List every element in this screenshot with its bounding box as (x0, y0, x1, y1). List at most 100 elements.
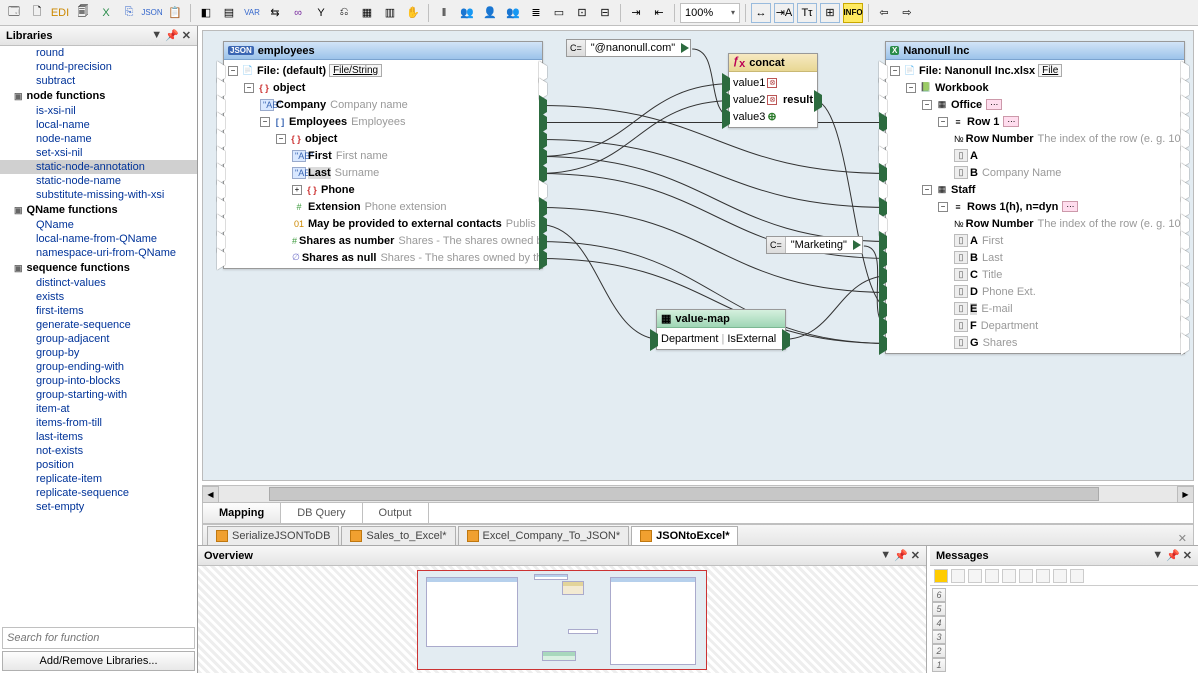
concat-function[interactable]: ƒx concat value1⊗ value2⊗result value3⊕ (728, 53, 818, 128)
tree-row[interactable]: ▯BLast (890, 249, 1180, 266)
collapse-icon[interactable]: − (890, 66, 900, 76)
tool-icon[interactable]: 👤 (480, 3, 500, 23)
tree-row[interactable]: +{ }Phone (228, 181, 538, 198)
add-remove-libraries-button[interactable]: Add/Remove Libraries... (2, 651, 195, 671)
tool-icon[interactable]: 🗋 (27, 3, 47, 23)
library-function[interactable]: first-items (0, 304, 197, 318)
message-tab[interactable]: 6 (932, 588, 946, 602)
library-function[interactable]: static-node-name (0, 174, 197, 188)
tree-row[interactable]: ▯AFirst (890, 232, 1180, 249)
message-tab[interactable]: 2 (932, 644, 946, 658)
tool-icon[interactable] (968, 569, 982, 583)
library-category[interactable]: QName functions (0, 202, 197, 218)
libraries-list[interactable]: roundround-precisionsubtractnode functio… (0, 46, 197, 625)
concat-value3[interactable]: value3⊕ (733, 108, 813, 125)
tool-icon[interactable]: ⇥A (774, 3, 794, 23)
tool-icon[interactable]: ⎘ (119, 3, 139, 23)
library-function[interactable]: group-adjacent (0, 332, 197, 346)
tree-row[interactable]: #Shares as numberShares - The shares own… (228, 232, 538, 249)
tab-mapping[interactable]: Mapping (203, 503, 281, 523)
tree-row[interactable]: ▯CTitle (890, 266, 1180, 283)
tool-icon[interactable]: 🗔 (4, 3, 24, 23)
tool-icon[interactable]: ⇥ (626, 3, 646, 23)
tool-icon[interactable]: 📋 (165, 3, 185, 23)
constant-marketing[interactable]: C= "Marketing" (766, 236, 863, 254)
pin-icon[interactable]: 📌 (894, 549, 908, 562)
tool-icon[interactable] (1002, 569, 1016, 583)
expand-icon[interactable]: − (276, 134, 286, 144)
filter-icon[interactable] (934, 569, 948, 583)
message-tab[interactable]: 4 (932, 616, 946, 630)
scroll-right-icon[interactable]: ▶ (1177, 486, 1194, 503)
library-search-input[interactable] (2, 627, 195, 649)
library-function[interactable]: group-by (0, 346, 197, 360)
tool-icon[interactable]: 👥 (457, 3, 477, 23)
library-function[interactable]: round (0, 46, 197, 60)
tool-icon[interactable]: ✋ (403, 3, 423, 23)
tree-row[interactable]: 01May be provided to external contactsPu… (228, 215, 538, 232)
tree-row[interactable]: ▯A (890, 147, 1180, 164)
library-function[interactable]: set-empty (0, 500, 197, 514)
overview-minimap[interactable] (198, 566, 926, 673)
message-tab[interactable]: 5 (932, 602, 946, 616)
library-function[interactable]: set-xsi-nil (0, 146, 197, 160)
tool-icon[interactable]: ▦ (357, 3, 377, 23)
value-map-io[interactable]: Department | IsExternal (661, 330, 781, 347)
file-button[interactable]: File (1038, 64, 1062, 77)
library-function[interactable]: QName (0, 218, 197, 232)
tool-icon[interactable] (951, 569, 965, 583)
library-function[interactable]: distinct-values (0, 276, 197, 290)
library-function[interactable]: round-precision (0, 60, 197, 74)
doc-tab[interactable]: Sales_to_Excel* (341, 526, 455, 545)
library-function[interactable]: is-xsi-nil (0, 104, 197, 118)
library-function[interactable]: items-from-till (0, 416, 197, 430)
target-component[interactable]: X Nanonull Inc − 📄 File: Nanonull Inc.xl… (885, 41, 1185, 354)
dropdown-icon[interactable]: ▼ (1152, 549, 1163, 562)
tree-row[interactable]: −≡Row 1⋯ (890, 113, 1180, 130)
tool-icon[interactable]: ‖ (434, 3, 454, 23)
library-category[interactable]: sequence functions (0, 260, 197, 276)
pin-icon[interactable]: 📌 (165, 29, 179, 42)
tool-icon[interactable]: Tτ (797, 3, 817, 23)
tree-row[interactable]: ▯FDepartment (890, 317, 1180, 334)
tree-row[interactable]: −{ }object (228, 79, 538, 96)
library-function[interactable]: substitute-missing-with-xsi (0, 188, 197, 202)
file-row[interactable]: − 📄 File: Nanonull Inc.xlsx File (890, 62, 1180, 79)
tool-icon[interactable]: JSON (142, 3, 162, 23)
back-icon[interactable]: ⇦ (874, 3, 894, 23)
library-function[interactable]: replicate-sequence (0, 486, 197, 500)
horizontal-scrollbar[interactable]: ◀ ▶ (202, 485, 1194, 502)
concat-value2[interactable]: value2⊗result (733, 91, 813, 108)
tree-row[interactable]: ▯EE-mail (890, 300, 1180, 317)
library-function[interactable]: static-node-annotation (0, 160, 197, 174)
expand-icon[interactable]: + (292, 185, 302, 195)
delete-icon[interactable]: ⊗ (767, 78, 777, 88)
tool-icon[interactable]: EDI (50, 3, 70, 23)
tool-icon[interactable]: ∞ (288, 3, 308, 23)
tool-icon[interactable]: ⇆ (265, 3, 285, 23)
target-title[interactable]: X Nanonull Inc (886, 42, 1184, 60)
dropdown-icon[interactable]: ▼ (151, 29, 162, 42)
library-category[interactable]: node functions (0, 88, 197, 104)
tool-icon[interactable] (1053, 569, 1067, 583)
tool-icon[interactable]: ▥ (380, 3, 400, 23)
dropdown-icon[interactable]: ▼ (880, 549, 891, 562)
message-tab[interactable]: 3 (932, 630, 946, 644)
tree-row[interactable]: −{ }object (228, 130, 538, 147)
tree-row[interactable]: "AB"CompanyCompany name (228, 96, 538, 113)
concat-title[interactable]: ƒx concat (729, 54, 817, 72)
close-icon[interactable]: ✕ (1183, 549, 1192, 562)
tool-icon[interactable]: X (96, 3, 116, 23)
file-string-button[interactable]: File/String (329, 64, 382, 77)
tool-icon[interactable]: ▤ (219, 3, 239, 23)
close-icon[interactable]: ✕ (182, 29, 191, 42)
tool-icon[interactable] (985, 569, 999, 583)
expand-icon[interactable]: − (922, 100, 932, 110)
close-tab-icon[interactable]: ✕ (1172, 532, 1193, 545)
library-function[interactable]: group-ending-with (0, 360, 197, 374)
tree-row[interactable]: ▯DPhone Ext. (890, 283, 1180, 300)
library-function[interactable]: node-name (0, 132, 197, 146)
messages-body[interactable]: 123456 (930, 586, 1198, 673)
scroll-left-icon[interactable]: ◀ (202, 486, 219, 503)
tree-row[interactable]: №Row NumberThe index of the row (e. g. 1… (890, 215, 1180, 232)
